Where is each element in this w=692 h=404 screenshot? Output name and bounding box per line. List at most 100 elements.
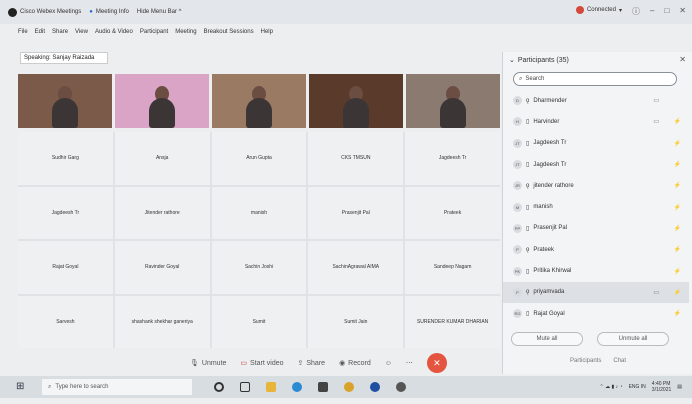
minimize-icon[interactable]: – bbox=[650, 6, 654, 17]
mic-icon: ▯ bbox=[526, 162, 530, 169]
grid-tile[interactable]: Sachin Joshi bbox=[211, 241, 307, 294]
panel-tabs: Participants Chat bbox=[570, 358, 626, 364]
menu-file[interactable]: File bbox=[18, 29, 28, 35]
grid-tile[interactable]: Jitender rathore bbox=[114, 186, 210, 239]
grid-tile[interactable]: Rajat Goyal bbox=[18, 241, 113, 294]
menu-help[interactable]: Help bbox=[261, 29, 273, 35]
language-indicator[interactable]: ENG IN bbox=[629, 384, 646, 390]
participants-tab[interactable]: Participants bbox=[570, 358, 601, 364]
grid-tile[interactable]: Ansja bbox=[114, 132, 210, 185]
share-label: Share bbox=[306, 359, 326, 367]
muted-mic-icon: ⚡ bbox=[673, 289, 681, 296]
mic-icon: ▯ bbox=[526, 140, 530, 147]
menu-view[interactable]: View bbox=[75, 29, 88, 35]
participant-row[interactable]: M ▯ manish ⚡ bbox=[503, 196, 689, 217]
app-title: Cisco Webex Meetings bbox=[8, 7, 81, 17]
reactions-icon[interactable]: ☺ bbox=[385, 360, 392, 367]
chrome-icon[interactable] bbox=[344, 382, 354, 392]
grid-tile[interactable]: Jagdeesh Tr bbox=[405, 132, 500, 185]
participant-row[interactable]: H ▯ Harvinder ▭ ⚡ bbox=[503, 111, 689, 132]
participant-row[interactable]: PP ▯ Prasenjit Pal ⚡ bbox=[503, 218, 689, 239]
more-icon[interactable]: ⋯ bbox=[406, 359, 413, 367]
grid-tile[interactable]: SachinAgrawal AIMA bbox=[308, 241, 404, 294]
clock[interactable]: 4:40 PM 3/1/2021 bbox=[652, 381, 671, 393]
participant-grid: Sudhir Garg Ansja Arun Gupta CKS TMSUN J… bbox=[18, 132, 500, 348]
participant-row[interactable]: Pǫ Prateek ⚡ bbox=[503, 239, 689, 260]
menu-edit[interactable]: Edit bbox=[35, 29, 45, 35]
search-icon: ⌕ bbox=[519, 75, 523, 82]
webex-icon[interactable] bbox=[370, 382, 380, 392]
close-icon[interactable]: ✕ bbox=[679, 6, 686, 17]
menu-share[interactable]: Share bbox=[52, 29, 68, 35]
settings-icon[interactable] bbox=[396, 382, 406, 392]
video-tile[interactable] bbox=[309, 74, 403, 128]
video-tile[interactable] bbox=[406, 74, 500, 128]
participant-row[interactable]: RG ▯ Rajat Goyal ⚡ bbox=[503, 303, 689, 324]
grid-tile[interactable]: SURENDER KUMAR DHARIAN bbox=[405, 295, 500, 348]
unmute-button[interactable]: 🎙 Unmute bbox=[190, 359, 227, 368]
file-explorer-icon[interactable] bbox=[266, 382, 276, 392]
avatar: PK bbox=[513, 266, 522, 276]
cortana-icon[interactable] bbox=[214, 382, 224, 392]
grid-tile[interactable]: Sandeep Nagam bbox=[405, 241, 500, 294]
grid-tile[interactable]: Sumit bbox=[211, 295, 307, 348]
avatar: H bbox=[513, 117, 522, 127]
video-tile[interactable] bbox=[212, 74, 306, 128]
title-bar: Cisco Webex Meetings ● Meeting Info Hide… bbox=[0, 0, 692, 24]
participant-row[interactable]: JT ▯ Jagdeesh Tr ⚡ bbox=[503, 154, 689, 175]
chevron-down-icon[interactable]: ⌄ bbox=[509, 56, 515, 64]
grid-tile[interactable]: Sumit Jain bbox=[308, 295, 404, 348]
muted-mic-icon: ⚡ bbox=[673, 225, 681, 232]
camera-icon: ▭ bbox=[653, 98, 659, 105]
grid-tile[interactable]: shashank shekhar ganeriya bbox=[114, 295, 210, 348]
participant-row[interactable]: PK ▯ Pritika Khirwal ⚡ bbox=[503, 260, 689, 281]
chevron-down-icon: ▾ bbox=[618, 7, 622, 14]
taskbar-search-input[interactable]: ⌕ Type here to search bbox=[42, 379, 192, 395]
menu-breakout[interactable]: Breakout Sessions bbox=[204, 29, 254, 35]
notification-icon[interactable]: ▤ bbox=[677, 384, 682, 390]
connection-status[interactable]: Connected ▾ bbox=[575, 6, 622, 14]
start-video-button[interactable]: ▭ Start video bbox=[240, 359, 283, 368]
grid-tile[interactable]: Prateek bbox=[405, 186, 500, 239]
unmute-all-button[interactable]: Unmute all bbox=[597, 332, 669, 346]
video-tile[interactable] bbox=[115, 74, 209, 128]
info-icon: ● bbox=[89, 9, 93, 15]
menu-meeting[interactable]: Meeting bbox=[175, 29, 196, 35]
participant-body bbox=[246, 98, 272, 128]
avatar: RG bbox=[513, 309, 522, 319]
store-icon[interactable] bbox=[318, 382, 328, 392]
record-button[interactable]: ◉ Record bbox=[339, 359, 371, 368]
info-button-icon[interactable]: ⓘ bbox=[632, 6, 640, 17]
share-button[interactable]: ⇪ Share bbox=[298, 359, 326, 368]
edge-icon[interactable] bbox=[292, 382, 302, 392]
menu-participant[interactable]: Participant bbox=[140, 29, 168, 35]
windows-start-icon[interactable]: ⊞ bbox=[16, 381, 28, 393]
participant-row[interactable]: JT ▯ Jagdeesh Tr ⚡ bbox=[503, 133, 689, 154]
task-view-icon[interactable] bbox=[240, 382, 250, 392]
leave-meeting-button[interactable]: ✕ bbox=[426, 353, 447, 373]
participant-row[interactable]: Pǫ priyamvada ▭ ⚡ bbox=[503, 281, 689, 303]
menu-audio-video[interactable]: Audio & Video bbox=[95, 29, 133, 35]
participant-search-input[interactable]: ⌕ Search bbox=[513, 72, 677, 86]
grid-tile[interactable]: Jagdeesh Tr bbox=[18, 186, 113, 239]
mute-all-button[interactable]: Mute all bbox=[511, 332, 583, 346]
grid-tile[interactable]: Prasenjit Pal bbox=[308, 186, 404, 239]
participant-row[interactable]: Dǫ Dharmender ▭ bbox=[503, 90, 689, 111]
grid-tile[interactable]: CKS TMSUN bbox=[308, 132, 404, 185]
close-icon[interactable]: ✕ bbox=[679, 55, 686, 64]
unmute-label: Unmute bbox=[201, 359, 227, 367]
participant-name: priyamvada bbox=[533, 289, 565, 296]
grid-tile[interactable]: Sudhir Garg bbox=[18, 132, 113, 185]
meeting-info-tab[interactable]: ● Meeting Info bbox=[89, 9, 129, 15]
grid-tile[interactable]: manish bbox=[211, 186, 307, 239]
tray-icons[interactable]: ⌃ ☁ ▮ ♪ ◔ bbox=[600, 384, 623, 390]
video-tile[interactable] bbox=[18, 74, 112, 128]
grid-tile[interactable]: Ravinder Goyal bbox=[114, 241, 210, 294]
avatar: P bbox=[513, 287, 522, 297]
chat-tab[interactable]: Chat bbox=[613, 358, 626, 364]
grid-tile[interactable]: Sarvesh bbox=[18, 295, 113, 348]
hide-menu-tab[interactable]: Hide Menu Bar ^ bbox=[137, 9, 182, 15]
maximize-icon[interactable]: □ bbox=[664, 6, 669, 17]
participant-row[interactable]: JR ǫ jitender rathore ⚡ bbox=[503, 175, 689, 196]
grid-tile[interactable]: Arun Gupta bbox=[211, 132, 307, 185]
